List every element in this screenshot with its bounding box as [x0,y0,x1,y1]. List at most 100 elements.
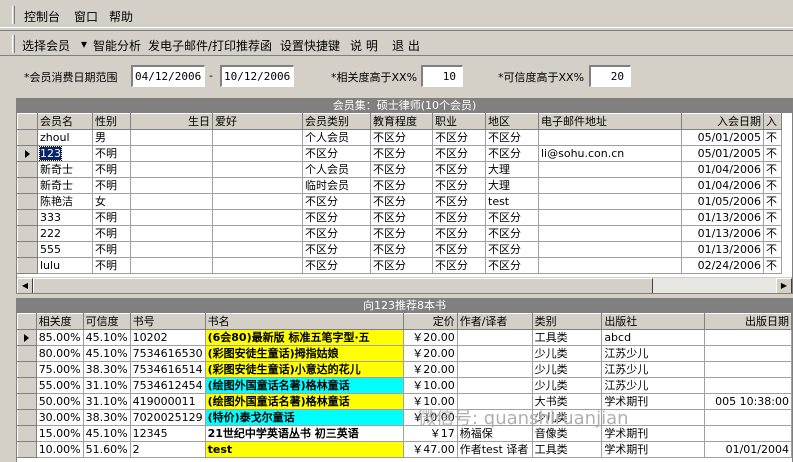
cell-occupation[interactable]: 不区分 [432,193,486,210]
cell-join-date[interactable]: 01/05/2006 [681,193,764,210]
cell-book-title[interactable]: (6会80)最新版 标准五笔字型·五 [204,329,405,346]
cell-occupation[interactable]: 不区分 [432,241,486,258]
cell-publisher[interactable]: 学术期刊 [601,441,705,458]
cell-join-date[interactable]: 01/13/2006 [681,225,764,242]
cell-occupation[interactable]: 不区分 [432,145,486,162]
cell-hobby[interactable] [212,161,303,178]
cell-education[interactable]: 不区分 [370,177,433,194]
cell-credibility[interactable]: 38.30% [82,409,131,426]
row-indicator[interactable] [17,425,37,442]
row-indicator[interactable] [17,257,38,274]
cell-price[interactable]: ￥10.00 [403,393,458,410]
col-credibility[interactable]: 可信度 [82,313,131,330]
cell-publish-date[interactable] [703,409,792,426]
cell-gender[interactable]: 女 [92,193,131,210]
cell-region[interactable]: 大理 [485,161,539,178]
member-row[interactable]: zhoul 男个人会员 不区分 不区分 不区分 05/01/2005 不 [17,129,782,146]
cell-publisher[interactable]: 江苏少儿 [601,345,705,362]
cell-gender[interactable]: 不明 [92,145,131,162]
cell-price[interactable]: ￥20.00 [403,345,458,362]
col-more[interactable]: 入 [763,113,782,130]
cell-publisher[interactable]: abcd [601,329,705,346]
cell-author[interactable] [456,361,533,378]
book-row[interactable]: 80.00% 45.10% 7534616530 (彩图安徒生童话)拇指姑娘 ￥20.0… [17,345,792,362]
cell-join-date[interactable]: 01/04/2006 [681,161,764,178]
relevance-input[interactable]: 10 [421,65,463,87]
cell-email[interactable] [538,193,682,210]
cell-email[interactable] [538,129,682,146]
cell-book-number[interactable]: 7534616530 [129,345,206,362]
cell-credibility[interactable]: 45.10% [82,425,131,442]
col-publish-date[interactable]: 出版日期 [703,313,792,330]
cell-author[interactable] [456,377,533,394]
cell-book-title[interactable]: (特价)泰戈尔童话 [204,409,405,426]
cell-publish-date[interactable]: 01/01/2004 [703,441,792,458]
col-education[interactable]: 教育程度 [370,113,433,130]
cell-book-title[interactable]: (彩图安徒生童话)拇指姑娘 [204,345,405,362]
cell-category[interactable]: 工具类 [531,329,603,346]
cell-email[interactable] [538,161,682,178]
cell-book-title[interactable]: (彩图安徒生童话)小意达的花儿 [204,361,405,378]
col-publisher[interactable]: 出版社 [601,313,705,330]
cell-hobby[interactable] [212,177,303,194]
row-indicator[interactable] [17,225,38,242]
row-indicator[interactable] [17,441,37,458]
cell-member-name[interactable]: zhoul [37,129,93,146]
cell-book-number[interactable]: 7020025129 [129,409,206,426]
cell-birthday[interactable] [130,209,213,226]
cell-price[interactable]: ￥47.00 [403,441,458,458]
cell-member-name[interactable]: 333 [37,209,93,226]
col-join-date[interactable]: 入会日期 [681,113,764,130]
members-scroll-thumb[interactable] [33,278,653,293]
cell-member-type[interactable]: 不区分 [302,225,371,242]
row-indicator[interactable] [17,129,38,146]
member-row[interactable]: lulu 不明 不区分 不区分 不区分 不区分 02/24/2006 不 [17,257,782,274]
book-row[interactable]: 85.00% 45.10% 10202 (6会80)最新版 标准五笔字型·五 ￥20.0… [17,329,792,346]
cell-region[interactable]: 不区分 [485,129,539,146]
cell-join-date[interactable]: 01/04/2006 [681,177,764,194]
cell-education[interactable]: 不区分 [370,193,433,210]
book-row[interactable]: 10.00% 51.60% 2 test ￥47.00 作者test 译者 工具类 学术期刊 0… [17,441,792,458]
cell-region[interactable]: 不区分 [485,209,539,226]
cell-birthday[interactable] [130,145,213,162]
cell-author[interactable] [456,393,533,410]
col-author[interactable]: 作者/译者 [456,313,533,330]
cell-credibility[interactable]: 31.10% [82,393,131,410]
cell-education[interactable]: 不区分 [370,209,433,226]
cell-publish-date[interactable] [703,377,792,394]
cell-occupation[interactable]: 不区分 [432,129,486,146]
cell-email[interactable] [538,257,682,274]
cell-category[interactable]: 少儿类 [531,409,603,426]
cell-occupation[interactable]: 不区分 [432,209,486,226]
cell-book-title[interactable]: (绘图外国童话名著)格林童话 [204,377,405,394]
cell-occupation[interactable]: 不区分 [432,225,486,242]
cell-hobby[interactable] [212,257,303,274]
cell-hobby[interactable] [212,225,303,242]
cell-book-number[interactable]: 10202 [129,329,206,346]
date-to-input[interactable]: 10/12/2006 [220,65,294,87]
cell-relevance[interactable]: 75.00% [35,361,84,378]
members-hscrollbar[interactable]: ◀ ▶ [17,277,792,293]
cell-join-date[interactable]: 02/24/2006 [681,257,764,274]
cell-author[interactable] [456,329,533,346]
cell-region[interactable]: test [485,193,539,210]
col-occupation[interactable]: 职业 [432,113,486,130]
cell-hobby[interactable] [212,241,303,258]
cell-credibility[interactable]: 38.30% [82,361,131,378]
cell-member-type[interactable]: 不区分 [302,209,371,226]
cell-publisher[interactable]: 学术期刊 [601,425,705,442]
row-indicator[interactable] [17,409,37,426]
cell-occupation[interactable]: 不区分 [432,161,486,178]
cell-credibility[interactable]: 45.10% [82,345,131,362]
cell-region[interactable]: 不区分 [485,257,539,274]
member-row[interactable]: 333 不明 不区分 不区分 不区分 不区分 01/13/2006 不 [17,209,782,226]
cell-gender[interactable]: 不明 [92,257,131,274]
row-indicator[interactable] [17,161,38,178]
col-member-type[interactable]: 会员类别 [302,113,371,130]
cell-email[interactable] [538,177,682,194]
cell-more[interactable]: 不 [763,145,782,162]
cell-more[interactable]: 不 [763,241,782,258]
cell-publisher[interactable] [601,409,705,426]
cell-price[interactable]: ￥20.00 [403,361,458,378]
col-category[interactable]: 类别 [531,313,603,330]
